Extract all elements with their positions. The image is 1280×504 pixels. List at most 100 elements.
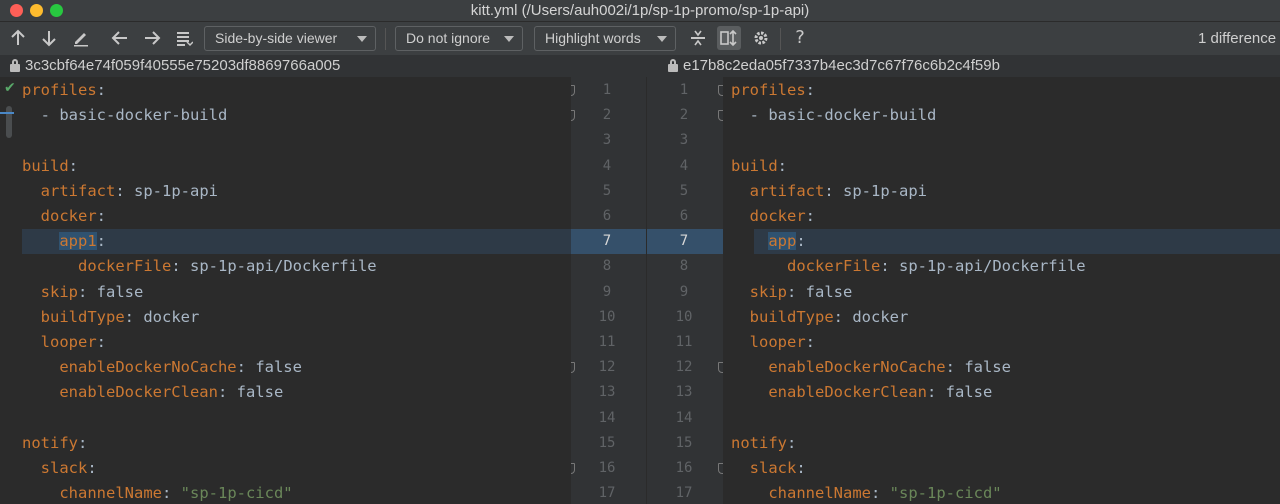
yaml-key: notify [731,433,787,452]
fold-marker-icon[interactable] [571,362,575,374]
chevron-down-icon [657,36,667,42]
yaml-separator: : [796,459,806,477]
yaml-key: docker [749,207,806,225]
left-line-number: 4 [602,157,612,174]
help-icon[interactable]: ? [788,26,812,50]
yaml-separator: : [87,459,97,477]
left-line-number: 14 [598,409,616,426]
highlight-mode-dropdown[interactable]: Highlight words [534,26,676,51]
left-line-number: 16 [598,460,616,476]
code-line: skip: false [731,280,853,305]
yaml-key: enableDockerClean [768,383,927,402]
window-title: kitt.yml (/Users/auh002i/1p/sp-1p-promo/… [470,2,810,19]
yaml-value: "sp-1p-cicd" [889,484,1002,503]
left-line-number: 11 [598,334,616,350]
yaml-key: build [731,156,778,175]
edit-source-icon[interactable] [69,26,93,50]
code-line: app: [731,229,806,254]
next-difference-icon[interactable] [37,26,61,50]
left-line-number: 13 [598,384,616,401]
check-icon: ✔ [4,80,16,96]
yaml-key: dockerFile [787,257,881,276]
right-line-number: 6 [679,208,689,224]
yaml-separator: : [96,81,106,99]
left-line-number: 6 [602,208,612,224]
file-list-icon[interactable] [172,26,196,50]
left-line-number: 5 [602,182,612,199]
yaml-separator: : [824,181,843,200]
right-line-number: 10 [675,308,693,325]
lock-icon [668,59,678,72]
forward-arrow-icon[interactable] [140,26,164,50]
yaml-separator: : [833,307,853,326]
left-editor-pane[interactable]: profiles: - basic-docker-build build: art… [0,77,571,504]
change-marker [0,112,14,114]
left-line-number: 9 [602,283,612,300]
ignore-whitespace-dropdown[interactable]: Do not ignore [395,26,523,51]
fold-marker-icon[interactable] [571,110,575,122]
viewer-mode-dropdown[interactable]: Side-by-side viewer [204,26,376,51]
right-line-number: 13 [675,384,693,401]
ignore-mode-label: Do not ignore [406,30,491,46]
previous-difference-icon[interactable] [6,26,30,50]
code-line: looper: [22,330,106,355]
yaml-value: docker [852,307,909,326]
scrollbar-thumb[interactable] [6,106,12,138]
chevron-down-icon [357,36,367,42]
right-line-number: 17 [675,485,693,502]
left-line-number: 7 [602,233,612,250]
gear-icon[interactable] [749,26,773,50]
right-line-number: 11 [675,334,693,350]
fold-marker-icon[interactable] [571,85,575,96]
right-line-number: 9 [679,283,689,300]
yaml-key: enableDockerNoCache [768,358,946,377]
right-line-number: 12 [675,359,693,376]
left-line-number: 15 [598,434,616,451]
right-line-number: 2 [679,107,689,124]
yaml-separator: : [96,207,107,225]
yaml-separator: : [124,307,144,326]
right-line-number: 1 [679,82,689,98]
yaml-separator: : [870,484,890,503]
right-line-number: 3 [679,132,689,149]
toolbar-divider [780,28,781,50]
yaml-separator: : [805,207,816,225]
code-line: dockerFile: sp-1p-api/Dockerfile [731,254,1086,279]
yaml-separator: : [777,156,788,175]
yaml-key: build [22,156,69,175]
yaml-key: profiles [731,81,806,99]
yaml-separator: : [78,282,97,301]
yaml-separator: : [787,433,797,452]
right-line-number: 8 [679,258,689,275]
yaml-key: channelName [59,484,162,503]
yaml-separator: : [880,257,899,276]
yaml-separator: : [796,232,806,251]
lock-icon [10,59,20,72]
code-line: profiles: [731,78,815,103]
code-line: channelName: "sp-1p-cicd" [22,481,292,504]
yaml-key: slack [749,459,797,477]
sync-scroll-toggle-icon[interactable] [717,26,741,50]
left-revision-hash: 3c3cbf64e74f059f40555e75203df8869766a005 [25,57,341,74]
yaml-separator: : [926,383,946,402]
yaml-key: slack [40,459,88,477]
yaml-key: dockerFile [78,257,172,276]
yaml-key: profiles [22,81,97,99]
collapse-unchanged-icon[interactable] [686,26,710,50]
yaml-key: buildType [749,307,834,326]
yaml-separator: : [236,358,256,377]
fold-marker-icon[interactable] [571,463,575,474]
code-line: - basic-docker-build [731,103,937,128]
back-arrow-icon[interactable] [108,26,132,50]
code-line: looper: [731,330,815,355]
yaml-key: enableDockerClean [59,383,218,402]
yaml-value: false [964,358,1011,377]
right-editor-pane[interactable]: profiles: - basic-docker-build build: art… [723,77,1280,504]
yaml-separator: : [787,282,806,301]
code-line: skip: false [22,280,144,305]
yaml-separator: : [96,333,107,351]
code-line: notify: [731,431,796,456]
highlight-mode-label: Highlight words [545,30,641,46]
code-line: enableDockerClean: false [731,380,992,405]
yaml-key: skip [40,282,78,301]
